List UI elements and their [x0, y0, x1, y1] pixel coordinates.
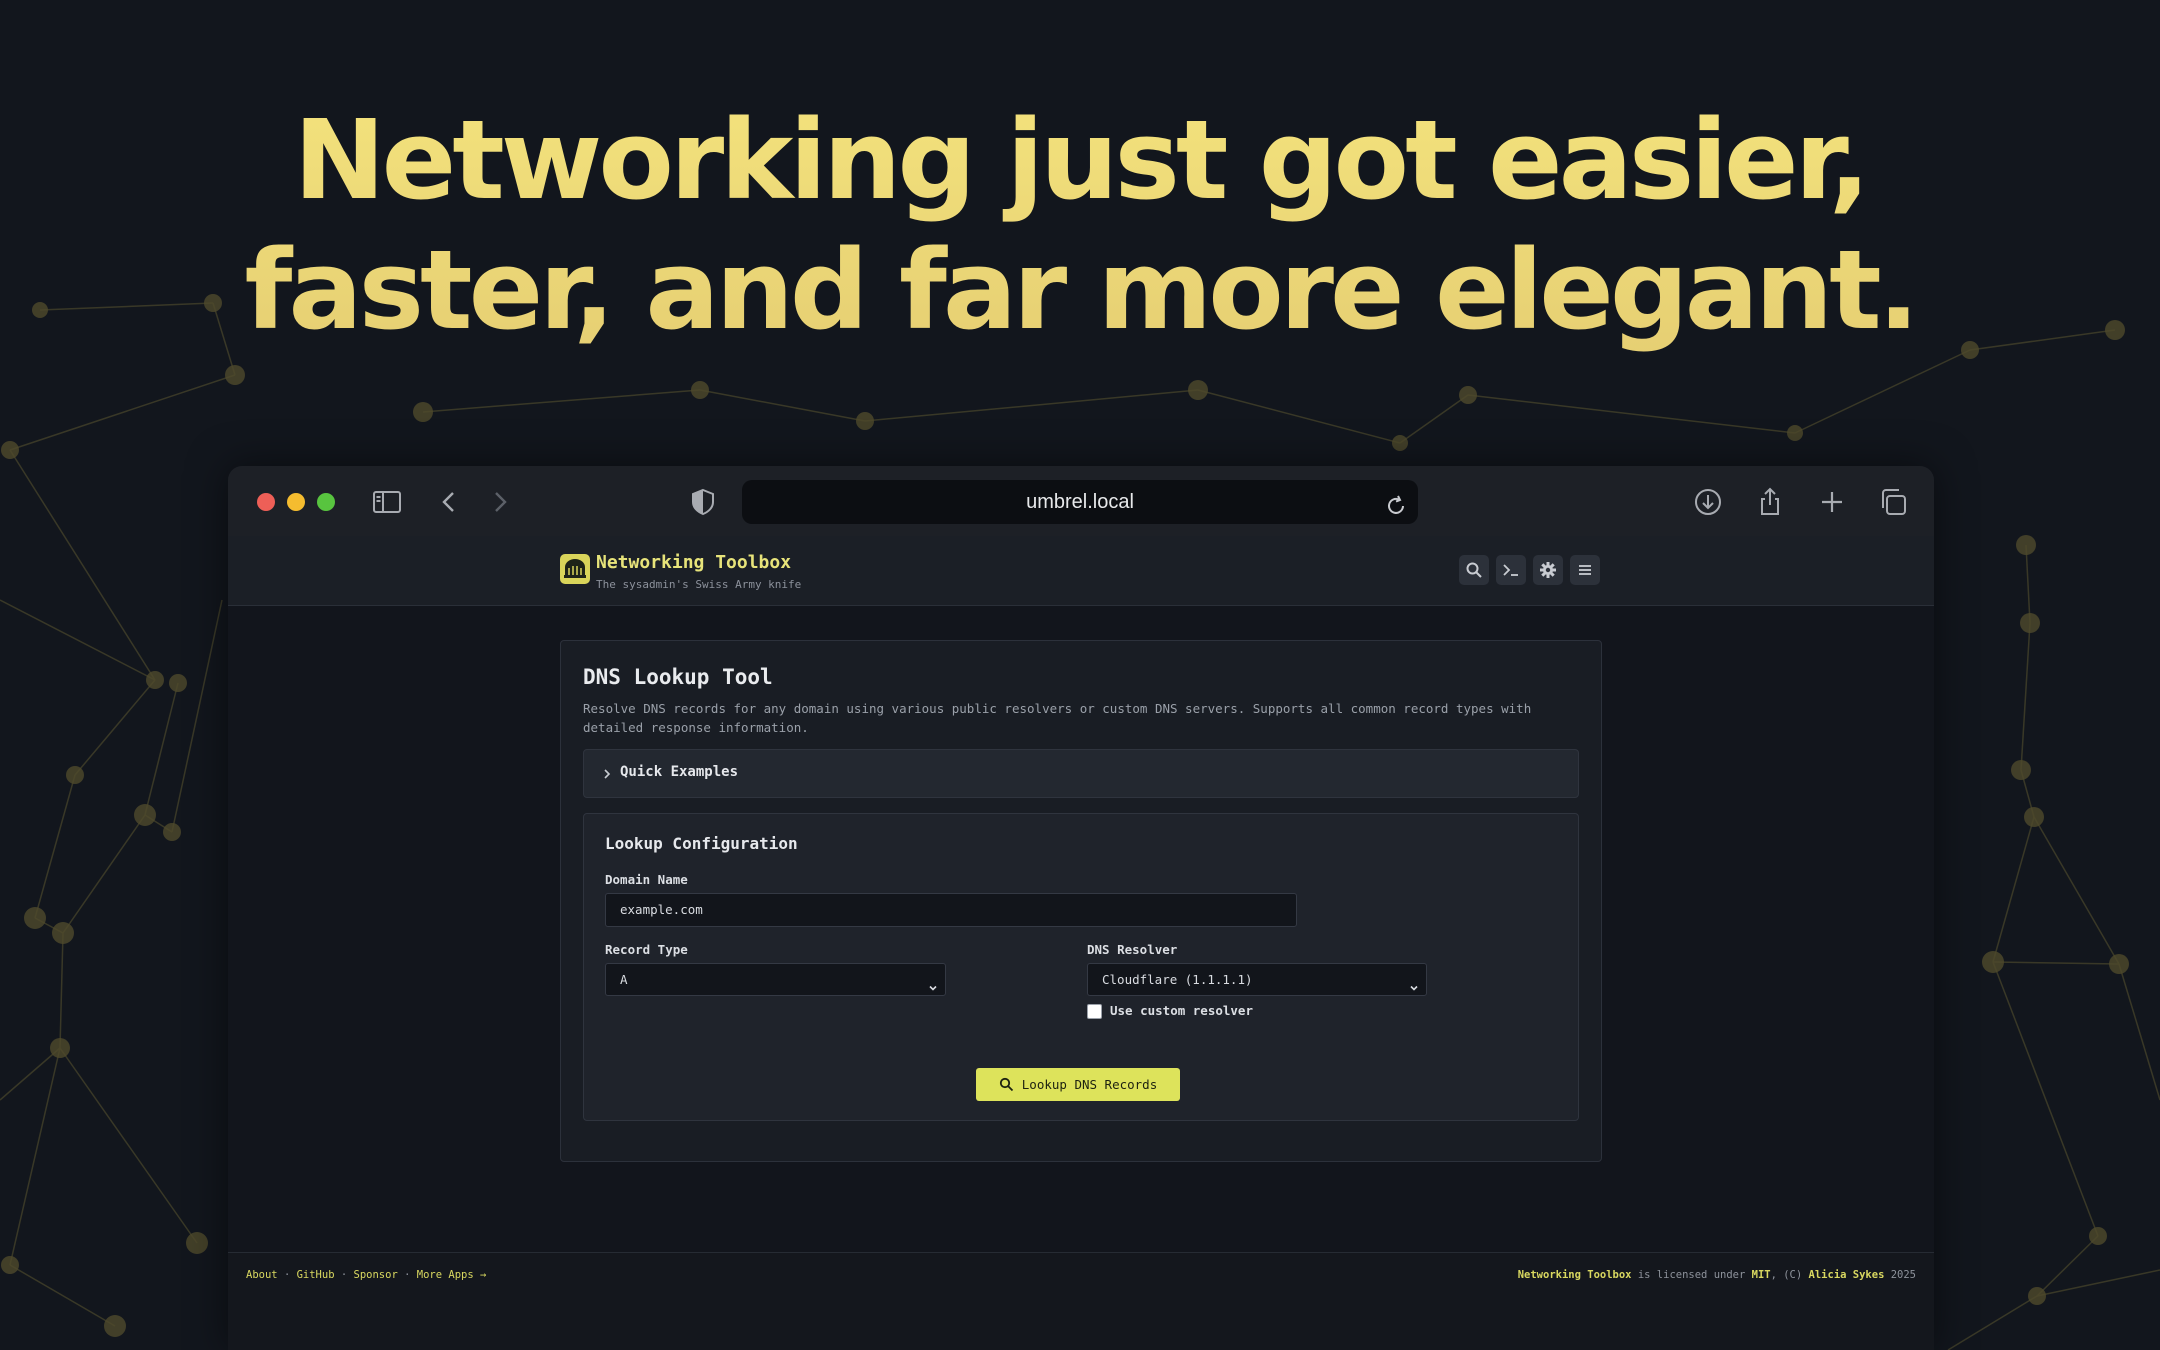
- domain-name-input[interactable]: example.com: [605, 893, 1297, 927]
- plus-icon[interactable]: [1815, 485, 1849, 519]
- reload-icon[interactable]: [1384, 490, 1408, 514]
- footer-year: 2025: [1884, 1269, 1916, 1281]
- footer-link-about[interactable]: About: [246, 1269, 278, 1281]
- record-type-select[interactable]: A: [605, 963, 946, 996]
- shield-icon[interactable]: [686, 485, 720, 519]
- lookup-configuration-title: Lookup Configuration: [605, 834, 798, 853]
- app-title[interactable]: Networking Toolbox: [596, 552, 791, 573]
- close-window-button[interactable]: [257, 493, 275, 511]
- record-type-value: A: [620, 972, 628, 987]
- hero-headline: Networking just got easier, faster, and …: [0, 95, 2160, 355]
- chevron-down-icon: [927, 974, 939, 991]
- download-icon[interactable]: [1691, 485, 1725, 519]
- search-button[interactable]: [1459, 555, 1489, 585]
- menu-button[interactable]: [1570, 555, 1600, 585]
- lookup-dns-records-button[interactable]: Lookup DNS Records: [976, 1068, 1180, 1101]
- page-title: DNS Lookup Tool: [583, 665, 773, 689]
- custom-resolver-label[interactable]: Use custom resolver: [1110, 1003, 1253, 1018]
- lookup-dns-records-label: Lookup DNS Records: [1021, 1077, 1158, 1092]
- dns-resolver-value: Cloudflare (1.1.1.1): [1102, 972, 1253, 987]
- footer-separator: ·: [404, 1269, 411, 1281]
- toolbox-logo-icon[interactable]: [560, 554, 590, 584]
- footer-license-text-2: , (C): [1770, 1269, 1809, 1281]
- search-icon: [999, 1077, 1013, 1092]
- search-icon: [1466, 562, 1482, 578]
- quick-examples-label: Quick Examples: [620, 764, 739, 780]
- page-footer: About · GitHub · Sponsor · More Apps → N…: [228, 1252, 1934, 1350]
- footer-links: About · GitHub · Sponsor · More Apps →: [246, 1269, 486, 1281]
- footer-license-text: is licensed under: [1631, 1269, 1752, 1281]
- page-description: Resolve DNS records for any domain using…: [583, 701, 1532, 735]
- footer-license-link[interactable]: MIT: [1752, 1269, 1771, 1281]
- gear-icon: [1540, 562, 1556, 578]
- footer-author-link[interactable]: Alicia Sykes: [1809, 1269, 1885, 1281]
- share-icon[interactable]: [1753, 485, 1787, 519]
- dns-resolver-select[interactable]: Cloudflare (1.1.1.1): [1087, 963, 1427, 996]
- zoom-window-button[interactable]: [317, 493, 335, 511]
- chevron-down-icon: [1408, 974, 1420, 991]
- footer-link-github[interactable]: GitHub: [297, 1269, 335, 1281]
- dns-lookup-card: DNS Lookup Tool Resolve DNS records for …: [560, 640, 1602, 1162]
- footer-license: Networking Toolbox is licensed under MIT…: [1518, 1269, 1916, 1281]
- browser-toolbar: umbrel.local: [228, 466, 1934, 536]
- sidebar-icon[interactable]: [370, 485, 404, 519]
- url-text: umbrel.local: [1026, 491, 1134, 513]
- minimize-window-button[interactable]: [287, 493, 305, 511]
- app-header: Networking Toolbox The sysadmin's Swiss …: [228, 536, 1934, 606]
- custom-resolver-checkbox[interactable]: [1087, 1004, 1102, 1019]
- hero-headline-line-1: Networking just got easier,: [293, 96, 1867, 224]
- forward-icon[interactable]: [482, 485, 516, 519]
- chevron-right-icon: [600, 767, 614, 781]
- terminal-icon: [1503, 564, 1518, 576]
- terminal-button[interactable]: [1496, 555, 1526, 585]
- url-bar[interactable]: umbrel.local: [742, 480, 1418, 524]
- back-icon[interactable]: [433, 485, 467, 519]
- app-subtitle: The sysadmin's Swiss Army knife: [596, 578, 802, 591]
- menu-icon: [1579, 565, 1591, 575]
- dns-resolver-label: DNS Resolver: [1087, 942, 1178, 957]
- browser-window: umbrel.local Networking Toolbox The sysa…: [228, 466, 1934, 1350]
- record-type-label: Record Type: [605, 942, 688, 957]
- domain-name-label: Domain Name: [605, 872, 688, 887]
- settings-button[interactable]: [1533, 555, 1563, 585]
- footer-separator: ·: [283, 1269, 291, 1281]
- footer-separator: ·: [340, 1269, 348, 1281]
- quick-examples-toggle[interactable]: Quick Examples: [583, 749, 1579, 798]
- footer-link-more-apps[interactable]: More Apps →: [417, 1269, 487, 1281]
- lookup-configuration-panel: Lookup Configuration Domain Name example…: [583, 813, 1579, 1121]
- footer-link-sponsor[interactable]: Sponsor: [354, 1269, 398, 1281]
- tabs-icon[interactable]: [1876, 485, 1910, 519]
- footer-project-link[interactable]: Networking Toolbox: [1518, 1269, 1632, 1281]
- hero-headline-line-2: faster, and far more elegant.: [244, 226, 1916, 354]
